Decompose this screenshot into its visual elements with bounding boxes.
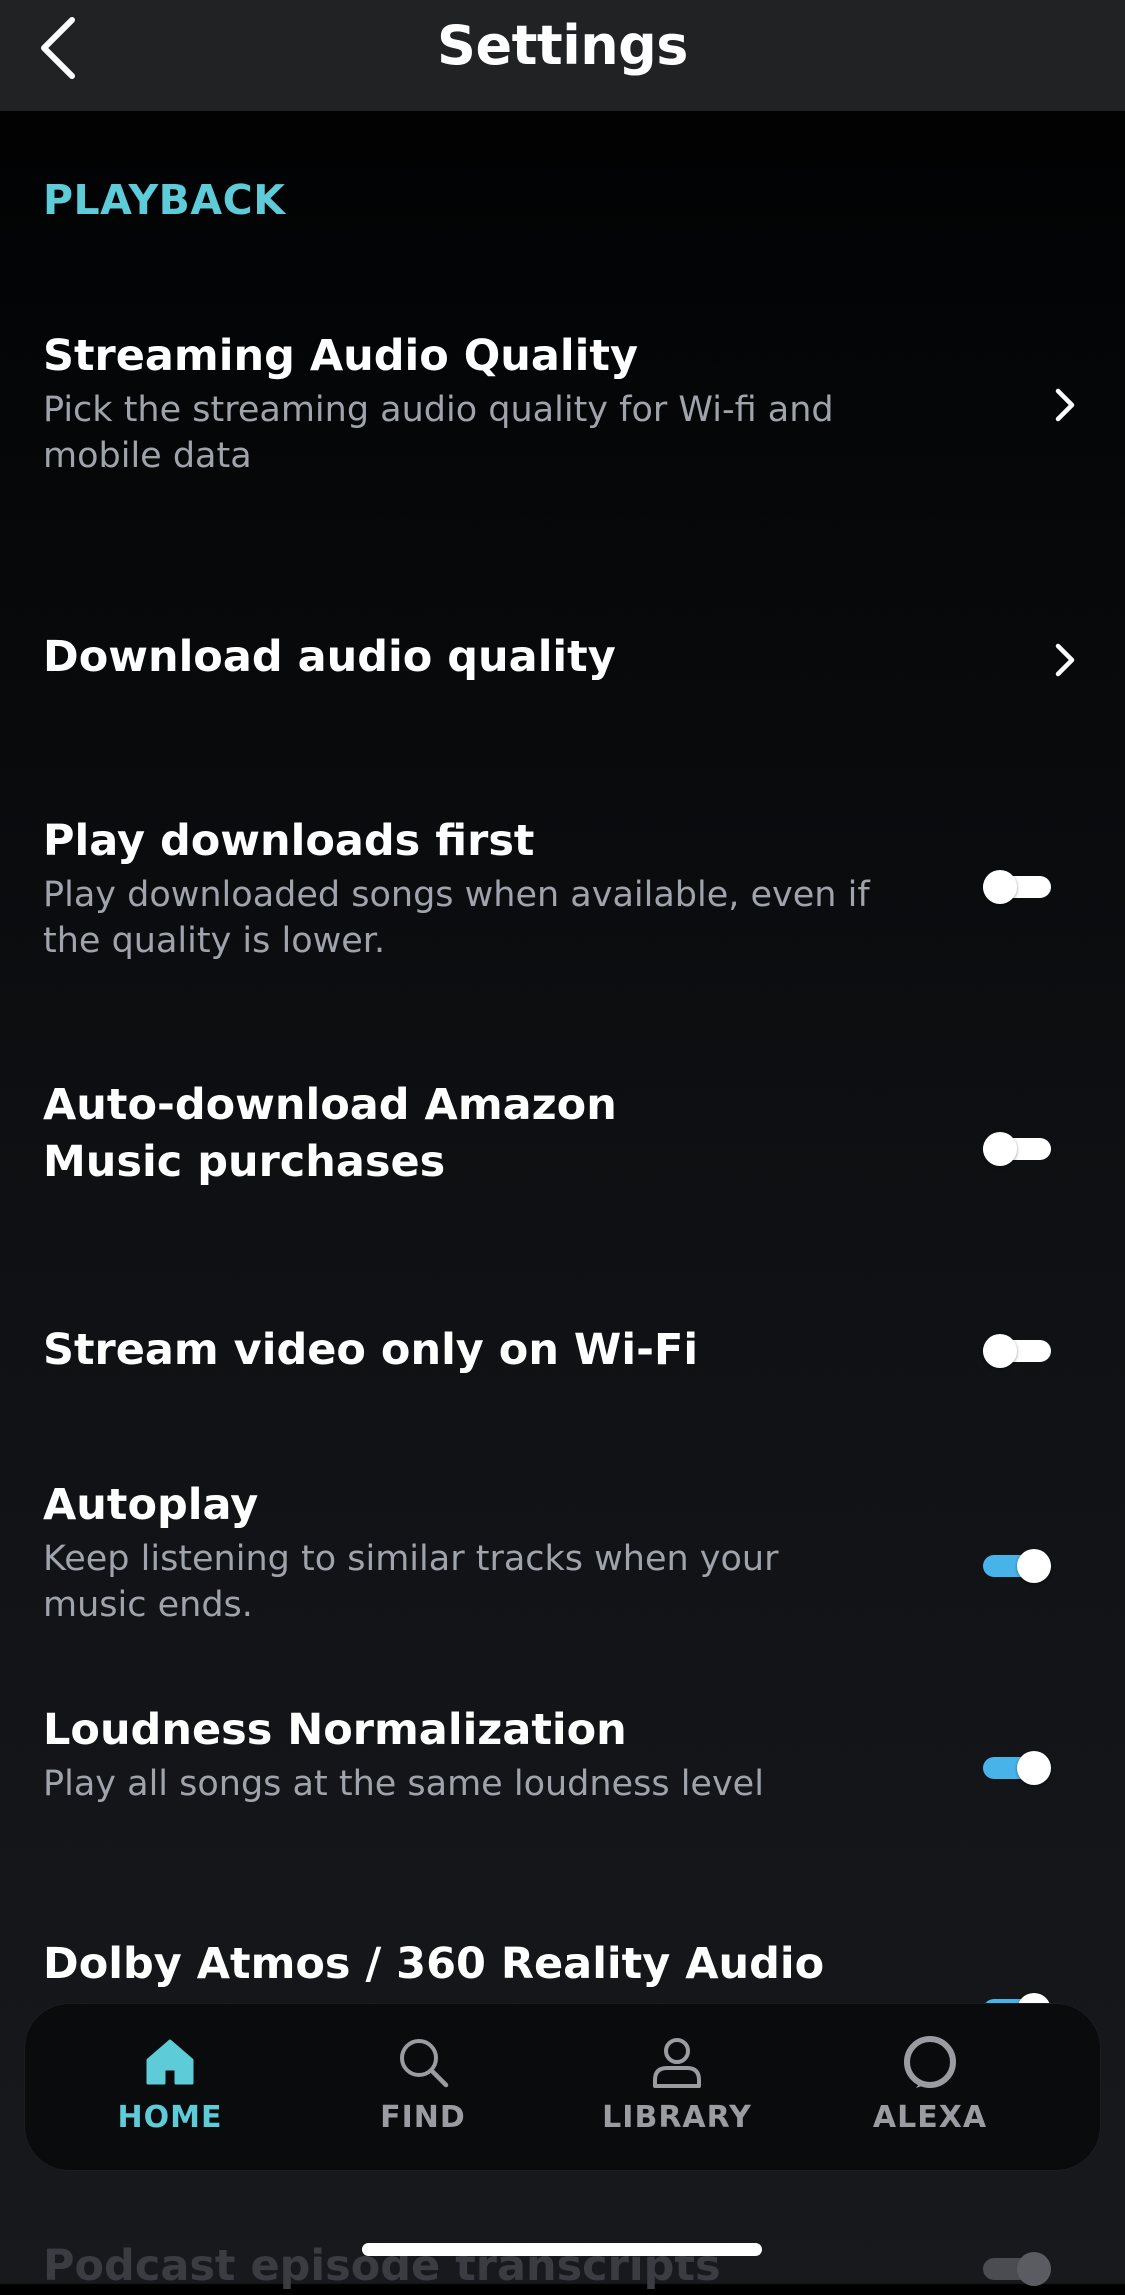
nav-item-library[interactable]: LIBRARY xyxy=(552,2004,802,2170)
top-bar: Settings xyxy=(0,0,1125,111)
nav-item-alexa[interactable]: ALEXA xyxy=(805,2004,1055,2170)
setting-title: Autoplay xyxy=(43,1480,259,1530)
toggle-stream-video-wifi[interactable] xyxy=(983,1334,1051,1368)
toggle-autoplay[interactable] xyxy=(983,1549,1051,1583)
setting-subtitle: Keep listening to similar tracks when yo… xyxy=(43,1539,779,1625)
setting-title: Play downloads first xyxy=(43,816,535,866)
setting-subtitle: Pick the streaming audio quality for Wi-… xyxy=(43,390,834,476)
setting-row-download-audio-quality[interactable]: Download audio quality xyxy=(0,620,1125,700)
nav-label: ALEXA xyxy=(872,2100,988,2135)
person-icon xyxy=(653,2038,701,2088)
chevron-right-icon xyxy=(1055,643,1075,677)
setting-row-play-downloads-first: Play downloads first Play downloaded son… xyxy=(0,810,1125,980)
home-indicator[interactable] xyxy=(362,2243,762,2256)
setting-title: Auto-download Amazon Music purchases xyxy=(43,1080,617,1187)
bottom-nav: HOME FIND LIBRARY ALEXA xyxy=(25,2004,1100,2170)
section-header-playback: PLAYBACK xyxy=(43,176,286,224)
setting-title: Dolby Atmos / 360 Reality Audio xyxy=(43,1939,825,1989)
nav-item-find[interactable]: FIND xyxy=(298,2004,548,2170)
setting-title: Loudness Normalization xyxy=(43,1705,627,1755)
toggle-play-downloads-first[interactable] xyxy=(983,870,1051,904)
setting-subtitle: Play all songs at the same loudness leve… xyxy=(43,1764,764,1804)
page-title: Settings xyxy=(437,14,688,77)
setting-row-auto-download-purchases: Auto-download Amazon Music purchases xyxy=(0,1077,1125,1207)
nav-label: LIBRARY xyxy=(602,2100,752,2135)
setting-subtitle: Play downloaded songs when available, ev… xyxy=(43,875,870,961)
alexa-ring-icon xyxy=(904,2036,956,2088)
toggle-loudness-normalization[interactable] xyxy=(983,1751,1051,1785)
chevron-right-icon xyxy=(1055,388,1075,422)
home-icon xyxy=(146,2039,194,2085)
setting-title: Stream video only on Wi-Fi xyxy=(43,1325,699,1375)
setting-row-streaming-audio-quality[interactable]: Streaming Audio Quality Pick the streami… xyxy=(0,322,1125,492)
toggle-knob xyxy=(1017,1549,1051,1583)
setting-row-loudness-normalization: Loudness Normalization Play all songs at… xyxy=(0,1702,1125,1832)
toggle-podcast-transcripts[interactable] xyxy=(983,2252,1051,2286)
toggle-auto-download-purchases[interactable] xyxy=(983,1132,1051,1166)
search-icon xyxy=(400,2039,449,2088)
nav-label: HOME xyxy=(117,2100,223,2135)
nav-label: FIND xyxy=(380,2100,466,2135)
toggle-knob xyxy=(983,1132,1017,1166)
setting-title: Download audio quality xyxy=(43,632,616,682)
toggle-knob xyxy=(1017,2252,1051,2286)
setting-row-stream-video-wifi: Stream video only on Wi-Fi xyxy=(0,1320,1125,1400)
nav-item-home[interactable]: HOME xyxy=(45,2004,295,2170)
toggle-knob xyxy=(983,870,1017,904)
toggle-knob xyxy=(1017,1751,1051,1785)
setting-title: Streaming Audio Quality xyxy=(43,331,638,381)
toggle-knob xyxy=(983,1334,1017,1368)
setting-row-autoplay: Autoplay Keep listening to similar track… xyxy=(0,1477,1125,1647)
